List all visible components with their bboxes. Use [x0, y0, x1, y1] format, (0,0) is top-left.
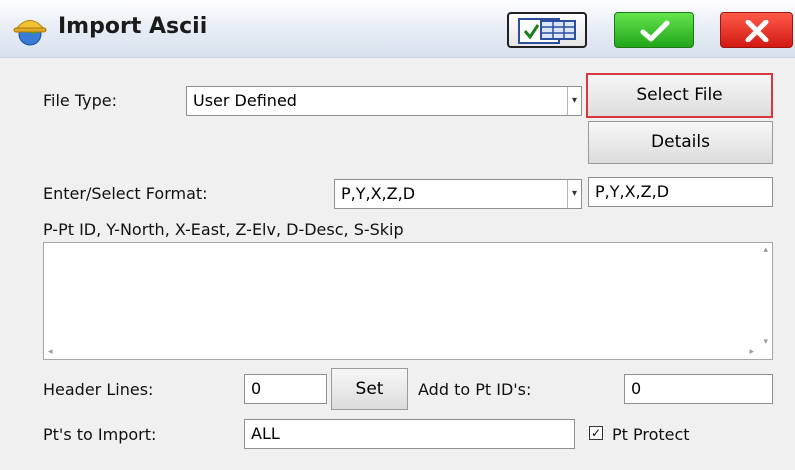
header-lines-label: Header Lines:: [43, 380, 154, 399]
chevron-down-icon[interactable]: ▾: [567, 180, 581, 208]
file-preview-text: [44, 243, 772, 251]
scroll-down-arrow-icon[interactable]: ▾: [763, 337, 768, 347]
select-file-button[interactable]: Select File: [586, 73, 773, 118]
format-legend: P-Pt ID, Y-North, X-East, Z-Elv, D-Desc,…: [43, 220, 404, 239]
pt-protect-label[interactable]: Pt Protect: [612, 425, 690, 444]
add-to-pt-ids-input[interactable]: 0: [624, 374, 773, 404]
format-dropdown[interactable]: P,Y,X,Z,D ▾: [334, 179, 582, 209]
pts-to-import-input[interactable]: ALL: [244, 419, 575, 449]
pts-to-import-label: Pt's to Import:: [43, 425, 157, 444]
close-button[interactable]: [720, 12, 793, 48]
format-label: Enter/Select Format:: [43, 184, 208, 203]
file-type-value: User Defined: [193, 91, 297, 110]
title-bar: Import Ascii: [0, 0, 795, 58]
details-button[interactable]: Details: [588, 121, 773, 164]
file-type-dropdown[interactable]: User Defined ▾: [186, 86, 582, 116]
scroll-up-arrow-icon[interactable]: ▴: [763, 245, 768, 255]
chevron-down-icon[interactable]: ▾: [567, 87, 581, 115]
scroll-left-arrow-icon[interactable]: ◂: [48, 347, 53, 357]
format-text-input[interactable]: P,Y,X,Z,D: [588, 177, 773, 207]
globe-with-hardhat-icon: [13, 20, 47, 46]
file-preview-area[interactable]: ▴ ▾ ◂ ▸: [43, 242, 773, 360]
format-dropdown-value: P,Y,X,Z,D: [341, 184, 416, 203]
close-x-icon: [745, 20, 769, 42]
pt-protect-checkbox[interactable]: ✓: [589, 426, 603, 440]
window-title: Import Ascii: [58, 14, 208, 39]
ok-button[interactable]: [614, 12, 694, 48]
add-to-pt-ids-label: Add to Pt ID's:: [418, 380, 532, 399]
scroll-right-arrow-icon[interactable]: ▸: [749, 347, 754, 357]
table-view-button[interactable]: [507, 12, 587, 48]
header-lines-input[interactable]: 0: [244, 374, 327, 404]
table-checkbox-icon: [518, 18, 576, 44]
file-type-label: File Type:: [43, 91, 117, 110]
set-button[interactable]: Set: [331, 368, 408, 410]
checkmark-icon: [640, 20, 670, 42]
